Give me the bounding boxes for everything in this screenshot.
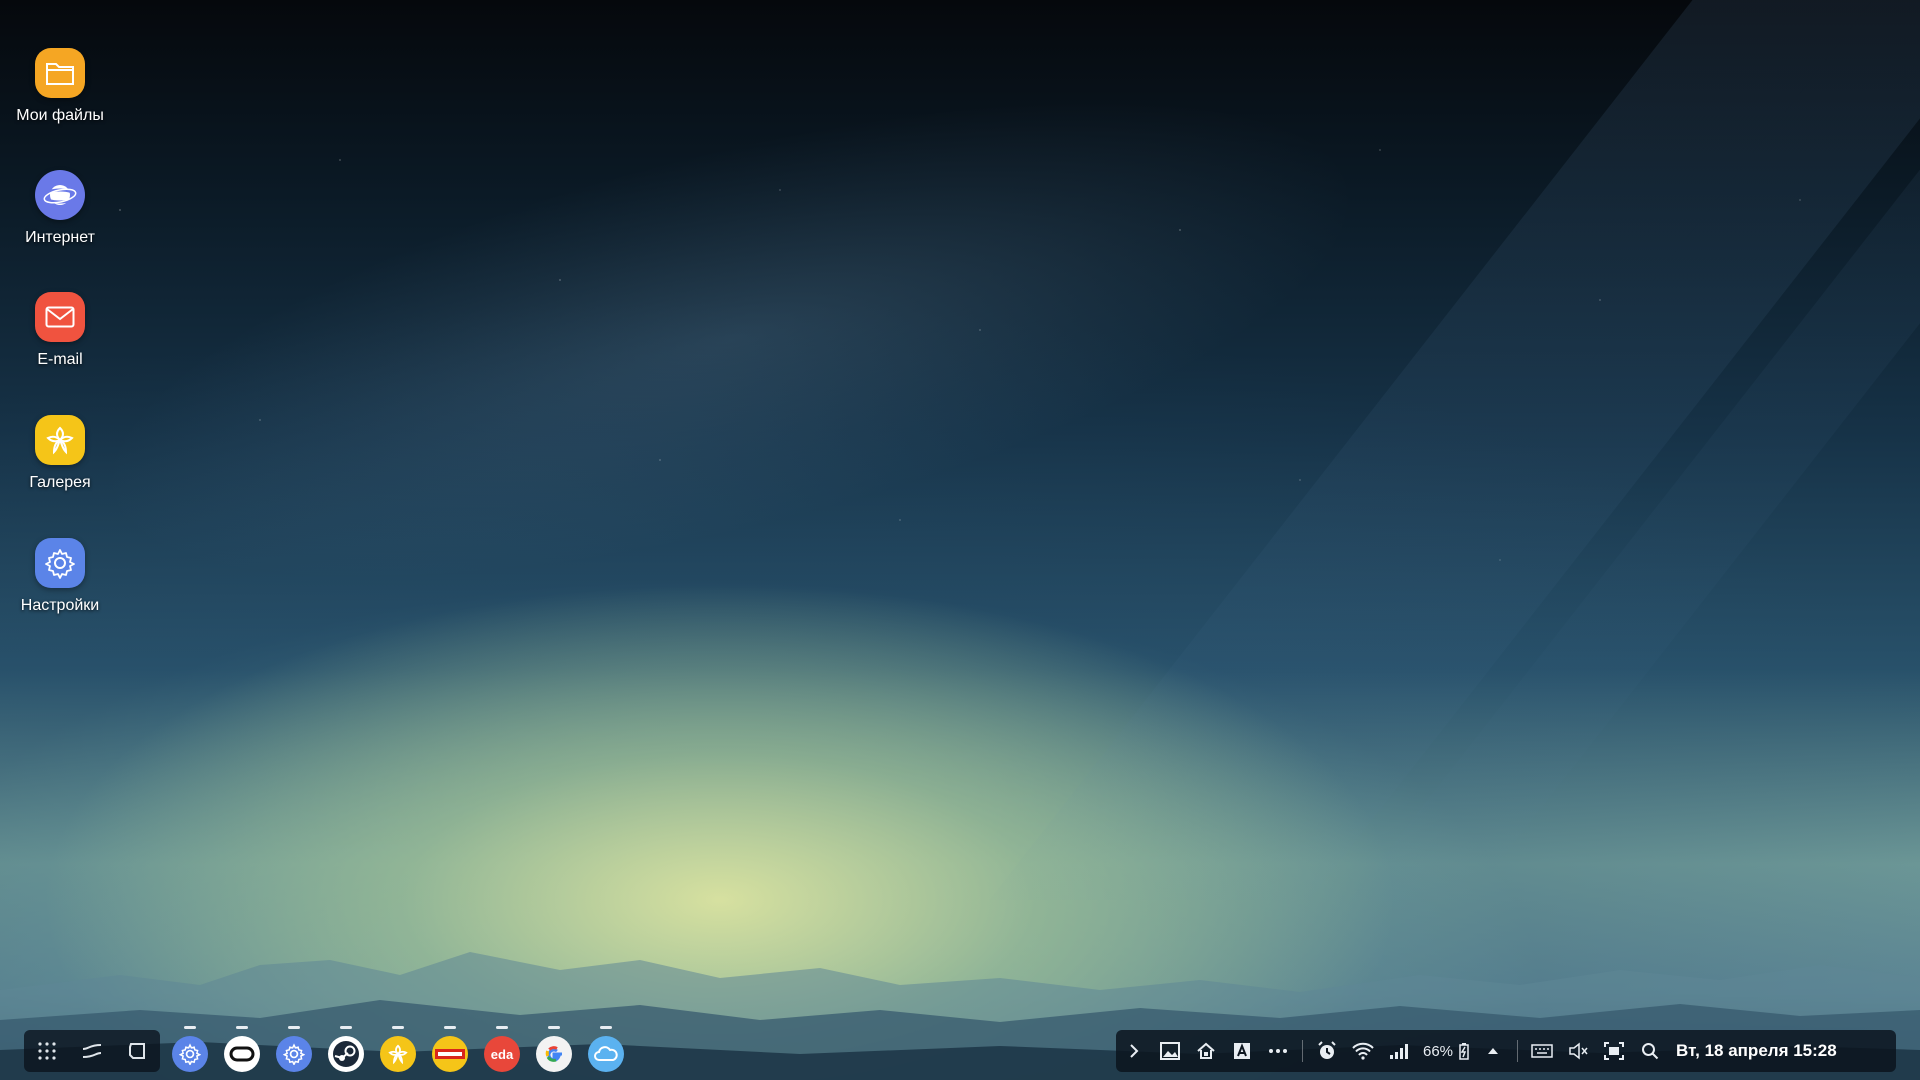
- desktop-icon-label: Настройки: [20, 597, 100, 614]
- running-indicator: [392, 1026, 404, 1029]
- app-yellow-icon: [432, 1036, 468, 1072]
- pinned-app-yellow[interactable]: [432, 1026, 468, 1076]
- desktop: Мои файлы Интернет E-mail Галерея Настро…: [0, 0, 1920, 1080]
- more-icon[interactable]: [1260, 1030, 1296, 1072]
- folder-icon: [35, 48, 85, 98]
- apps-icon[interactable]: [31, 1035, 63, 1067]
- internet-icon: [35, 170, 85, 220]
- running-indicator: [236, 1026, 248, 1029]
- pinned-app-weather[interactable]: [588, 1026, 624, 1076]
- desktop-icon-my-files[interactable]: Мои файлы: [10, 48, 110, 125]
- screen-capture-icon[interactable]: [1596, 1030, 1632, 1072]
- back-icon[interactable]: [121, 1035, 153, 1067]
- chevron-right-icon[interactable]: [1116, 1030, 1152, 1072]
- running-indicator: [340, 1026, 352, 1029]
- gallery-icon: [380, 1036, 416, 1072]
- desktop-icon-internet[interactable]: Интернет: [10, 170, 110, 247]
- pinned-app-steam[interactable]: [328, 1026, 364, 1076]
- alarm-icon[interactable]: [1309, 1030, 1345, 1072]
- battery-percent: 66%: [1423, 1042, 1454, 1060]
- volume-muted-icon[interactable]: [1560, 1030, 1596, 1072]
- steam-icon: [328, 1036, 364, 1072]
- email-icon: [35, 292, 85, 342]
- caret-up-icon[interactable]: [1475, 1030, 1511, 1072]
- pinned-app-google[interactable]: [536, 1026, 572, 1076]
- running-indicator: [600, 1026, 612, 1029]
- desktop-icon-email[interactable]: E-mail: [10, 292, 110, 369]
- search-icon[interactable]: [1632, 1030, 1668, 1072]
- pinned-app-settings-2[interactable]: [276, 1026, 312, 1076]
- running-indicator: [288, 1026, 300, 1029]
- pinned-app-eda[interactable]: eda: [484, 1026, 520, 1076]
- pinned-app-gallery[interactable]: [380, 1026, 416, 1076]
- font-icon[interactable]: [1224, 1030, 1260, 1072]
- running-indicator: [444, 1026, 456, 1029]
- settings-icon: [276, 1036, 312, 1072]
- image-icon[interactable]: [1152, 1030, 1188, 1072]
- keyboard-icon[interactable]: [1524, 1030, 1560, 1072]
- recents-icon[interactable]: [76, 1035, 108, 1067]
- system-tray: 66% Вт, 18 апреля 15:28: [1116, 1030, 1896, 1072]
- google-icon: [536, 1036, 572, 1072]
- settings-icon: [35, 538, 85, 588]
- gallery-icon: [35, 415, 85, 465]
- oculus-icon: [224, 1036, 260, 1072]
- home-icon[interactable]: [1188, 1030, 1224, 1072]
- desktop-icon-label: Галерея: [29, 474, 91, 491]
- running-indicator: [548, 1026, 560, 1029]
- running-indicator: [496, 1026, 508, 1029]
- tray-separator: [1302, 1040, 1303, 1062]
- wifi-icon[interactable]: [1345, 1030, 1381, 1072]
- desktop-icon-gallery[interactable]: Галерея: [10, 415, 110, 492]
- signal-icon[interactable]: [1381, 1030, 1417, 1072]
- weather-icon: [588, 1036, 624, 1072]
- eda-logo-text: eda: [490, 1046, 514, 1062]
- settings-icon: [172, 1036, 208, 1072]
- battery-charging-icon[interactable]: [1453, 1030, 1475, 1072]
- pinned-app-settings[interactable]: [172, 1026, 208, 1076]
- tray-separator: [1517, 1040, 1519, 1062]
- desktop-icon-label: Интернет: [25, 229, 95, 246]
- eda-icon: eda: [484, 1036, 520, 1072]
- navigation-bar: [24, 1030, 160, 1072]
- pinned-apps: eda: [172, 1026, 624, 1076]
- desktop-icon-settings[interactable]: Настройки: [10, 538, 110, 615]
- pinned-app-oculus[interactable]: [224, 1026, 260, 1076]
- running-indicator: [184, 1026, 196, 1029]
- desktop-icon-label: Мои файлы: [16, 107, 104, 124]
- desktop-icon-label: E-mail: [37, 351, 83, 368]
- clock[interactable]: Вт, 18 апреля 15:28: [1676, 1041, 1837, 1061]
